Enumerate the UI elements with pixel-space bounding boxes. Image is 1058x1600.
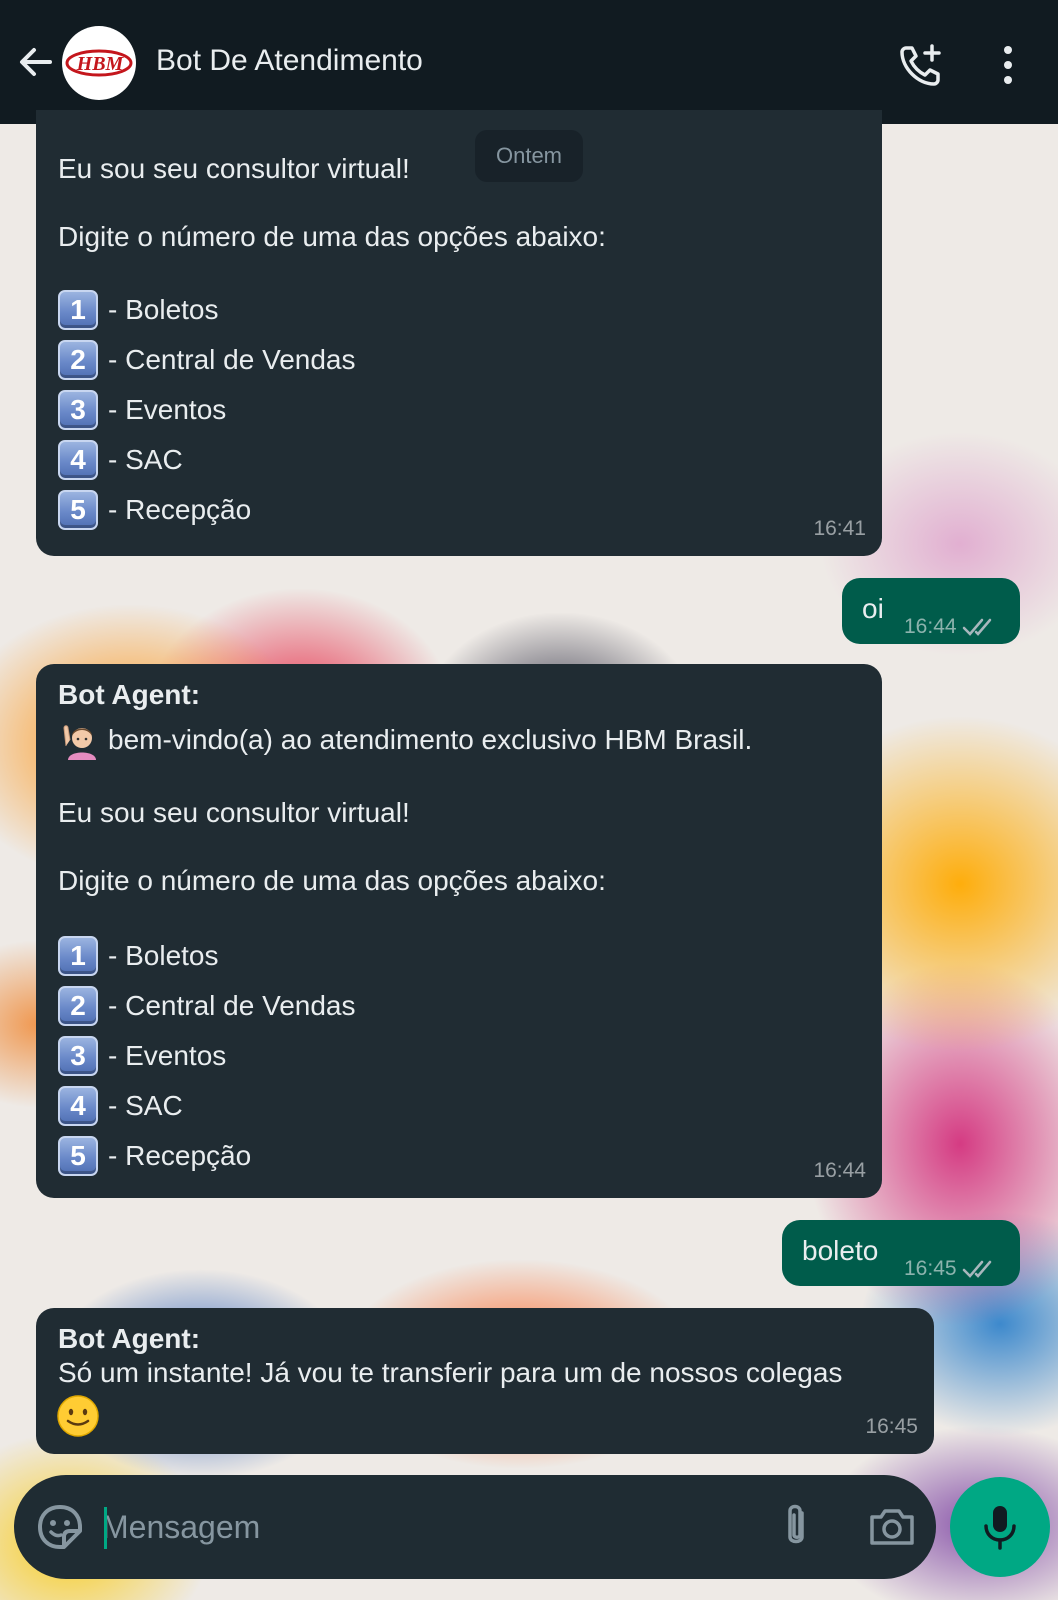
option-item: 4 - SAC (58, 1086, 183, 1126)
message-time: 16:44 (904, 610, 998, 644)
option-item: 4 - SAC (58, 440, 183, 480)
keycap-icon: 3 (58, 1036, 98, 1076)
avatar-logo-text: HBM (76, 53, 125, 75)
option-item: 1 - Boletos (58, 290, 219, 330)
person-raising-hand-icon (63, 725, 96, 760)
message-time: 16:41 (813, 517, 866, 540)
sticker-icon (38, 1505, 82, 1549)
message-bubble-incoming[interactable]: Eu sou seu consultor virtual! Digite o n… (36, 110, 882, 556)
message-bubble-outgoing[interactable]: oi 16:44 (842, 578, 1020, 644)
text-cursor (104, 1507, 107, 1549)
add-call-button[interactable] (896, 40, 946, 90)
message-bubble-outgoing[interactable]: boleto 16:45 (782, 1220, 1020, 1286)
message-text: Digite o número de uma das opções abaixo… (58, 865, 606, 896)
message-bubble-incoming[interactable]: Bot Agent: bem-vindo(a) ao atendimento e… (36, 664, 882, 1198)
phone-add-icon (900, 44, 941, 86)
option-label: - Recepção (108, 494, 252, 525)
option-label: - SAC (108, 1090, 183, 1121)
keycap-icon: 3 (58, 390, 98, 430)
camera-icon (870, 1509, 914, 1545)
emoji-sticker-button[interactable] (34, 1501, 86, 1553)
double-check-icon (963, 619, 992, 637)
option-label: - Recepção (108, 1140, 252, 1171)
option-label: - Boletos (108, 940, 219, 971)
option-label: - Eventos (108, 394, 227, 425)
chat-header: HBM Bot De Atendimento (0, 0, 1058, 124)
message-composer (14, 1475, 936, 1579)
slightly-smiling-face-icon (57, 1395, 99, 1437)
option-item: 2 - Central de Vendas (58, 986, 356, 1026)
option-label: - Boletos (108, 294, 219, 325)
message-input[interactable] (102, 1493, 742, 1561)
more-vertical-icon (1004, 46, 1012, 54)
mic-icon (984, 1506, 1016, 1550)
message-text: Só um instante! Já vou te transferir par… (58, 1357, 843, 1388)
double-check-icon (963, 1261, 992, 1279)
attach-button[interactable] (768, 1499, 824, 1555)
message-text: Eu sou seu consultor virtual! (58, 153, 410, 184)
message-text: boleto (802, 1235, 879, 1266)
option-item: 3 - Eventos (58, 1036, 226, 1076)
message-sender: Bot Agent: (58, 679, 201, 710)
message-bubble-incoming[interactable]: Bot Agent: Só um instante! Já vou te tra… (36, 1308, 934, 1454)
option-item: 5 - Recepção (58, 490, 251, 530)
camera-button[interactable] (864, 1499, 920, 1555)
keycap-icon: 5 (58, 490, 98, 530)
paperclip-icon (788, 1504, 804, 1544)
keycap-icon: 1 (58, 936, 98, 976)
date-separator: Ontem (475, 130, 583, 182)
option-label: - Central de Vendas (108, 344, 356, 375)
option-label: - Eventos (108, 1040, 227, 1071)
keycap-icon: 2 (58, 340, 98, 380)
message-text: Eu sou seu consultor virtual! (58, 797, 410, 828)
avatar[interactable]: HBM (62, 26, 136, 100)
option-item: 3 - Eventos (58, 390, 226, 430)
message-sender: Bot Agent: (58, 1323, 201, 1354)
option-label: - SAC (108, 444, 183, 475)
keycap-icon: 4 (58, 1086, 98, 1126)
more-options-button[interactable] (988, 40, 1028, 90)
message-time: 16:45 (904, 1252, 998, 1286)
keycap-icon: 2 (58, 986, 98, 1026)
keycap-icon: 5 (58, 1136, 98, 1176)
message-line: bem-vindo(a) ao atendimento exclusivo HB… (58, 720, 752, 760)
back-button[interactable] (14, 40, 58, 84)
chat-title[interactable]: Bot De Atendimento (156, 44, 423, 78)
message-time: 16:44 (813, 1159, 866, 1182)
message-time: 16:45 (865, 1415, 918, 1438)
option-item: 2 - Central de Vendas (58, 340, 356, 380)
message-text: oi (862, 593, 884, 624)
arrow-left-icon (20, 48, 52, 76)
keycap-icon: 4 (58, 440, 98, 480)
keycap-icon: 1 (58, 290, 98, 330)
option-item: 5 - Recepção (58, 1136, 251, 1176)
option-item: 1 - Boletos (58, 936, 219, 976)
option-label: - Central de Vendas (108, 990, 356, 1021)
voice-message-button[interactable] (950, 1477, 1050, 1577)
message-text: Digite o número de uma das opções abaixo… (58, 221, 606, 252)
